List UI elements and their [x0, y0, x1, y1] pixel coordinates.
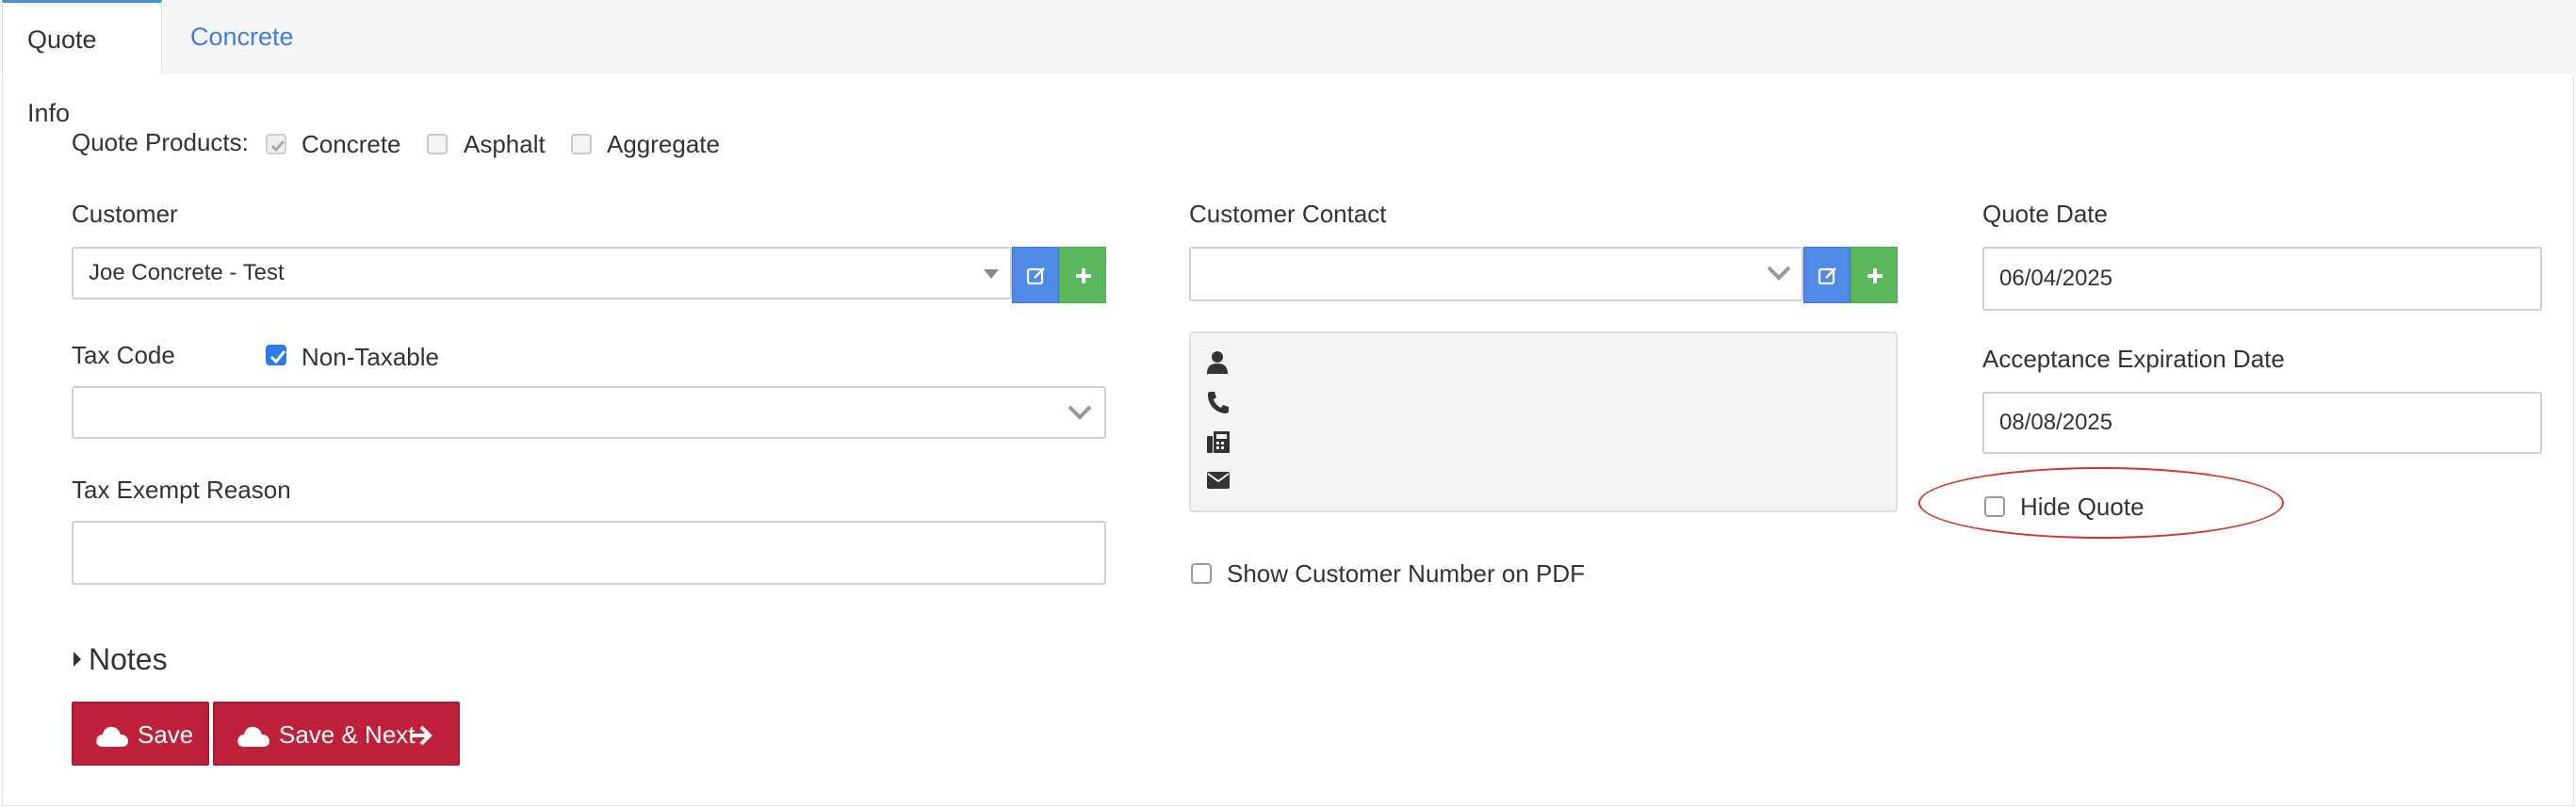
edit-icon	[1818, 267, 1836, 285]
tax-code-label: Tax Code	[72, 341, 175, 369]
save-next-button[interactable]: Save & Next	[213, 702, 460, 766]
tax-exempt-reason-input[interactable]	[72, 521, 1106, 585]
phone-icon	[1208, 392, 1229, 413]
edit-contact-button[interactable]	[1803, 247, 1850, 303]
cloud-icon	[237, 726, 269, 747]
notes-toggle[interactable]: Notes	[89, 642, 168, 677]
caret-down-icon	[984, 269, 999, 279]
chevron-down-icon	[1068, 405, 1092, 420]
tab-concrete[interactable]: Concrete	[166, 0, 318, 73]
save-next-button-label: Save & Next	[279, 720, 416, 749]
cloud-icon	[96, 726, 128, 747]
fax-icon	[1207, 431, 1230, 453]
quote-date-label: Quote Date	[1982, 200, 2108, 228]
envelope-icon	[1207, 472, 1230, 489]
concrete-option-label: Concrete	[302, 130, 401, 158]
save-button-label: Save	[138, 720, 194, 749]
concrete-checkbox[interactable]	[266, 134, 286, 154]
add-customer-button[interactable]	[1059, 247, 1106, 303]
tax-code-select[interactable]	[72, 386, 1106, 439]
plus-icon	[1867, 268, 1883, 283]
add-contact-button[interactable]	[1850, 247, 1898, 303]
hide-quote-label: Hide Quote	[2020, 493, 2144, 521]
acceptance-expiration-value: 08/08/2025	[1999, 410, 2113, 435]
edit-customer-button[interactable]	[1012, 247, 1059, 303]
arrow-right-icon	[411, 725, 432, 746]
tax-exempt-reason-label: Tax Exempt Reason	[72, 476, 291, 504]
edit-icon	[1026, 267, 1045, 285]
asphalt-option-label: Asphalt	[464, 130, 546, 158]
show-customer-number-label: Show Customer Number on PDF	[1227, 559, 1586, 588]
plus-icon	[1076, 268, 1091, 283]
customer-select-value: Joe Concrete - Test	[89, 260, 285, 285]
customer-select[interactable]: Joe Concrete - Test	[72, 247, 1012, 299]
asphalt-checkbox[interactable]	[427, 134, 448, 154]
acceptance-expiration-label: Acceptance Expiration Date	[1982, 345, 2285, 373]
checkmark-icon	[269, 350, 286, 364]
customer-label: Customer	[72, 200, 178, 228]
caret-right-icon[interactable]	[72, 650, 83, 669]
tab-bar	[0, 0, 2576, 73]
customer-contact-label: Customer Contact	[1189, 200, 1387, 228]
chevron-down-icon	[1767, 266, 1791, 281]
aggregate-option-label: Aggregate	[607, 130, 720, 158]
aggregate-checkbox[interactable]	[571, 134, 592, 154]
quote-date-value: 06/04/2025	[1999, 266, 2113, 291]
non-taxable-checkbox[interactable]	[266, 345, 286, 365]
show-customer-number-checkbox[interactable]	[1191, 563, 1212, 584]
quote-products-label: Quote Products:	[72, 128, 249, 156]
user-icon	[1207, 351, 1228, 374]
checkmark-icon	[270, 140, 285, 153]
tab-quote-info[interactable]: Quote Info	[2, 0, 162, 127]
customer-contact-select[interactable]	[1189, 247, 1803, 301]
non-taxable-label: Non-Taxable	[302, 343, 439, 371]
acceptance-expiration-input[interactable]: 08/08/2025	[1982, 392, 2542, 454]
quote-date-input[interactable]: 06/04/2025	[1982, 247, 2542, 311]
hide-quote-checkbox[interactable]	[1984, 496, 2005, 517]
contact-details-box	[1189, 331, 1898, 512]
save-button[interactable]: Save	[72, 702, 209, 766]
